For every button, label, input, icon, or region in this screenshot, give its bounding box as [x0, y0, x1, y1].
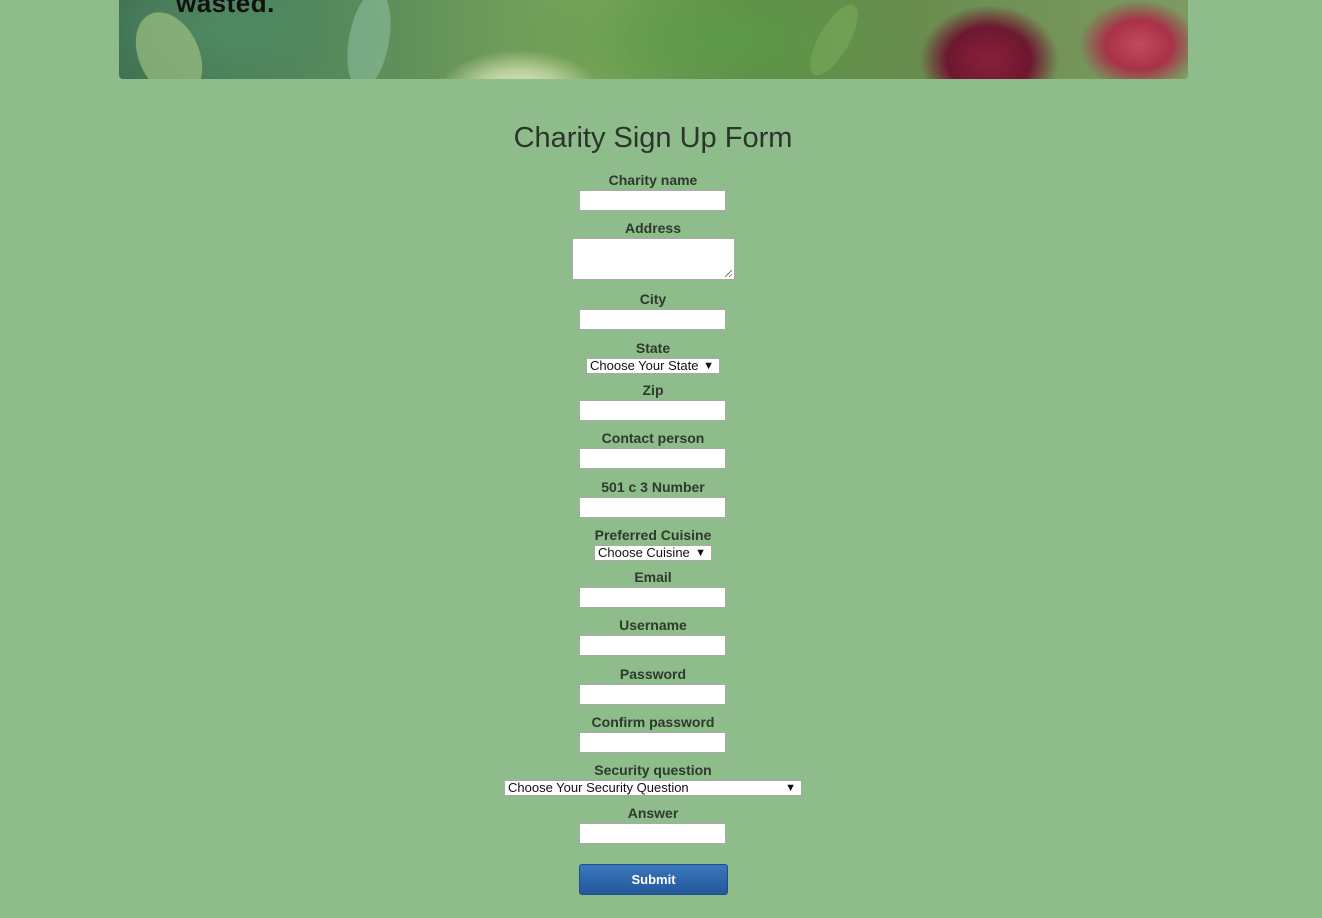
tax-number-input[interactable] [579, 497, 726, 518]
zip-label: Zip [642, 382, 664, 398]
security-question-select-value: Choose Your Security Question [508, 780, 689, 795]
hero-banner-image: wasted. [119, 0, 1188, 79]
zip-input[interactable] [579, 400, 726, 421]
confirm-password-label: Confirm password [591, 714, 715, 730]
leaf-decoration [801, 0, 867, 79]
hero-tagline: wasted. [176, 0, 275, 18]
chevron-down-icon: ▼ [703, 360, 714, 372]
state-select[interactable]: Choose Your State ▼ [586, 358, 720, 374]
password-label: Password [619, 666, 687, 682]
username-input[interactable] [579, 635, 726, 656]
email-label: Email [634, 569, 672, 585]
password-input[interactable] [579, 684, 726, 705]
answer-label: Answer [627, 805, 679, 821]
address-label: Address [624, 220, 682, 236]
contact-person-label: Contact person [601, 430, 705, 446]
cuisine-select-value: Choose Cuisine [598, 545, 690, 560]
state-label: State [635, 340, 671, 356]
chevron-down-icon: ▼ [695, 547, 706, 559]
confirm-password-input[interactable] [579, 732, 726, 753]
cuisine-select[interactable]: Choose Cuisine ▼ [594, 545, 712, 561]
chevron-down-icon: ▼ [785, 782, 796, 794]
cuisine-label: Preferred Cuisine [594, 527, 712, 543]
charity-name-label: Charity name [608, 172, 698, 188]
security-question-label: Security question [594, 762, 712, 778]
address-textarea[interactable] [572, 238, 735, 280]
page-title: Charity Sign Up Form [513, 122, 793, 154]
resize-grip-icon[interactable] [725, 270, 732, 277]
submit-button[interactable]: Submit [579, 864, 728, 895]
email-input[interactable] [579, 587, 726, 608]
city-input[interactable] [579, 309, 726, 330]
charity-name-input[interactable] [579, 190, 726, 211]
contact-person-input[interactable] [579, 448, 726, 469]
leaf-decoration [340, 0, 398, 79]
city-label: City [639, 291, 667, 307]
answer-input[interactable] [579, 823, 726, 844]
tax-number-label: 501 c 3 Number [601, 479, 705, 495]
username-label: Username [619, 617, 687, 633]
state-select-value: Choose Your State [590, 358, 699, 373]
security-question-select[interactable]: Choose Your Security Question ▼ [504, 780, 802, 796]
